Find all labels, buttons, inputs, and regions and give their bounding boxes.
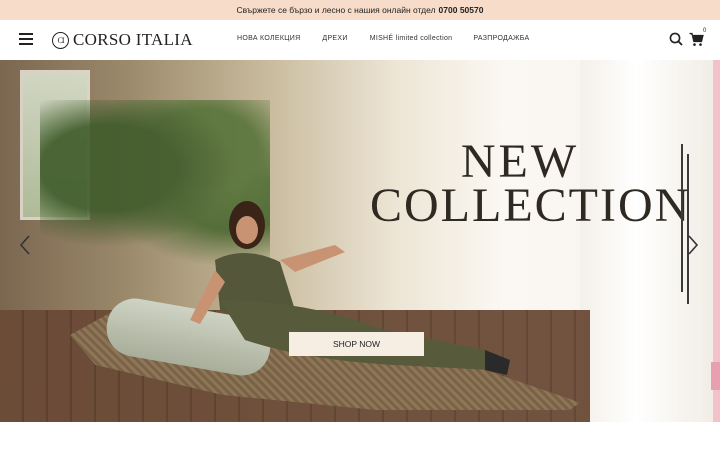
cart-icon[interactable] (689, 32, 704, 47)
nav-item-clothes[interactable]: ДРЕХИ (322, 35, 347, 42)
menu-icon[interactable] (19, 33, 33, 45)
nav-item-sale[interactable]: РАЗПРОДАЖБА (473, 35, 529, 42)
chevron-right-icon[interactable] (686, 234, 700, 256)
hero-headline-line1: NEW (460, 135, 580, 188)
logo-text: CORSO ITALIA (73, 30, 193, 49)
main-nav: НОВА КОЛЕКЦИЯ ДРЕХИ MISHÉ limited collec… (237, 35, 530, 42)
hero-headline: NEW COLLECTION (370, 135, 692, 232)
logo[interactable]: CI CORSO ITALIA (52, 29, 193, 51)
announcement-text: Свържете се бързо и лесно с нашия онлайн… (236, 5, 436, 15)
side-feedback-tab[interactable] (711, 362, 720, 390)
hero-banner[interactable]: NEW COLLECTION SHOP NOW (0, 60, 720, 422)
announcement-phone[interactable]: 0700 50570 (439, 5, 484, 15)
shop-now-button[interactable]: SHOP NOW (289, 332, 424, 356)
nav-item-new-collection[interactable]: НОВА КОЛЕКЦИЯ (237, 35, 300, 42)
site-header: CI CORSO ITALIA НОВА КОЛЕКЦИЯ ДРЕХИ MISH… (0, 20, 720, 60)
chevron-left-icon[interactable] (18, 234, 32, 256)
search-icon[interactable] (669, 32, 683, 46)
cart-count-badge: 0 (703, 28, 707, 34)
logo-mark: CI (52, 31, 69, 49)
announcement-bar: Свържете се бързо и лесно с нашия онлайн… (0, 0, 720, 20)
nav-item-mishe-limited[interactable]: MISHÉ limited collection (370, 35, 453, 42)
hero-headline-line2: COLLECTION (370, 179, 692, 232)
decorative-lines (681, 144, 689, 304)
